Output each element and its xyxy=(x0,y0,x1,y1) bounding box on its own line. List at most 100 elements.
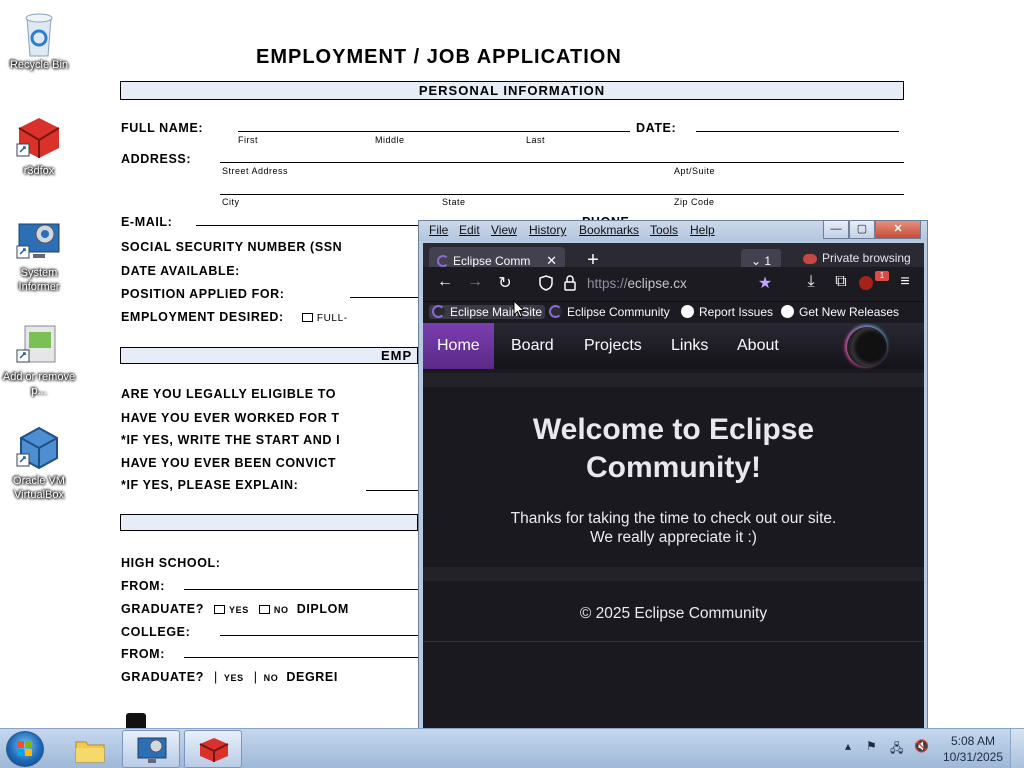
document-icon-partial xyxy=(126,713,146,728)
menu-help[interactable]: Help xyxy=(690,223,715,237)
thanks-message: Thanks for taking the time to check out … xyxy=(423,509,924,547)
explain-label: *IF YES, PLEASE EXPLAIN: xyxy=(121,478,299,492)
system-informer-icon xyxy=(15,216,63,264)
date-label: DATE: xyxy=(636,121,677,135)
forward-button[interactable]: → xyxy=(463,273,487,291)
city-line[interactable] xyxy=(220,194,904,195)
private-browsing-indicator: Private browsing xyxy=(803,251,911,265)
taskbar-file-explorer[interactable] xyxy=(60,730,118,768)
full-name-line[interactable] xyxy=(238,131,630,132)
eclipse-favicon-icon xyxy=(549,305,562,318)
shield-icon[interactable] xyxy=(539,275,553,296)
college-graduate-label: GRADUATE? xyxy=(121,670,204,684)
graduate-no-label: NO xyxy=(273,605,289,615)
volume-muted-icon[interactable]: 🔇 xyxy=(914,739,929,753)
hamburger-menu-icon[interactable]: ≡ xyxy=(893,273,917,291)
menu-view[interactable]: View xyxy=(491,223,517,237)
site-navigation: Home Board Projects Links About xyxy=(423,323,924,369)
email-line[interactable] xyxy=(196,225,418,226)
nav-links[interactable]: Links xyxy=(671,323,708,369)
date-line[interactable] xyxy=(696,131,899,132)
desktop-icon-virtualbox[interactable]: Oracle VM VirtualBox xyxy=(1,424,77,502)
full-time-checkbox[interactable] xyxy=(301,313,313,323)
menu-edit[interactable]: Edit xyxy=(459,223,480,237)
eligible-question: ARE YOU LEGALLY ELIGIBLE TO xyxy=(121,387,337,401)
graduate-yes-label: YES xyxy=(229,605,249,615)
menu-history[interactable]: History xyxy=(529,223,566,237)
footer-divider xyxy=(423,641,924,642)
bookmark-star-icon[interactable]: ★ xyxy=(753,273,777,293)
virtualbox-label: Oracle VM VirtualBox xyxy=(13,475,65,501)
page-content: Home Board Projects Links About Welcome … xyxy=(423,323,924,729)
desktop-icon-system-informer[interactable]: System Informer xyxy=(1,216,77,294)
welcome-line-2: Community! xyxy=(586,451,761,484)
nav-projects[interactable]: Projects xyxy=(584,323,642,369)
taskbar-r3dfox[interactable] xyxy=(184,730,242,768)
personal-information-band: PERSONAL INFORMATION xyxy=(120,81,904,100)
private-mask-icon xyxy=(803,253,817,264)
add-remove-programs-icon xyxy=(15,320,63,368)
from-line[interactable] xyxy=(184,589,418,590)
employment-heading: EMP xyxy=(381,348,413,363)
browser-window[interactable]: File Edit View History Bookmarks Tools H… xyxy=(418,220,928,729)
recycle-bin-icon xyxy=(15,8,63,57)
system-informer-icon xyxy=(137,737,167,763)
nav-home[interactable]: Home xyxy=(423,323,494,369)
url-bar[interactable]: https://eclipse.cx xyxy=(539,271,779,297)
college-graduate-row: GRADUATE? | YES | NO DEGREI xyxy=(121,670,338,684)
show-desktop-button[interactable] xyxy=(1010,729,1024,768)
bookmark-report-issues[interactable]: Report Issues xyxy=(681,305,773,319)
action-center-icon[interactable]: ⚑ xyxy=(866,739,877,753)
nav-board[interactable]: Board xyxy=(511,323,554,369)
ssn-label: SOCIAL SECURITY NUMBER (SSN xyxy=(121,240,343,254)
employment-desired-text: EMPLOYMENT DESIRED: xyxy=(121,310,284,324)
menu-file[interactable]: File xyxy=(429,223,448,237)
college-from-line[interactable] xyxy=(184,657,418,658)
date-available-label: DATE AVAILABLE: xyxy=(121,264,240,278)
back-button[interactable]: ← xyxy=(433,273,457,291)
reload-button[interactable]: ↻ xyxy=(493,273,517,293)
lock-icon[interactable] xyxy=(563,275,577,296)
bookmark-label: Report Issues xyxy=(699,305,774,319)
r3dfox-icon xyxy=(199,738,229,762)
url-text[interactable]: https://eclipse.cx xyxy=(587,276,687,291)
tab-title: Eclipse Comm xyxy=(453,254,531,268)
bookmark-eclipse-main-site[interactable]: Eclipse Main Site xyxy=(429,305,546,319)
bookmark-get-new-releases[interactable]: Get New Releases xyxy=(781,305,899,319)
desktop-icon-r3dfox[interactable]: r3dfox xyxy=(1,114,77,178)
city-sublabel: City xyxy=(222,197,240,207)
college-yes-label: YES xyxy=(223,673,244,683)
position-line[interactable] xyxy=(350,297,418,298)
windows-logo-icon xyxy=(17,741,32,756)
navigation-toolbar: ← → ↻ https://eclipse.cx ★ ⤓ ⧉ 1 ≡ xyxy=(423,267,924,301)
show-hidden-icons[interactable]: ▴ xyxy=(845,739,851,753)
virtualbox-icon xyxy=(15,424,63,472)
bookmark-eclipse-community[interactable]: Eclipse Community xyxy=(549,305,670,319)
degree-label: DEGREI xyxy=(286,670,338,684)
github-icon xyxy=(681,305,694,318)
minimize-button[interactable]: — xyxy=(823,221,849,239)
explain-line[interactable] xyxy=(366,490,418,491)
ublock-origin-icon[interactable] xyxy=(859,276,873,290)
start-button[interactable] xyxy=(6,731,44,767)
nav-about[interactable]: About xyxy=(737,323,779,369)
downloads-icon[interactable]: ⤓ xyxy=(799,273,823,291)
taskbar-system-informer[interactable] xyxy=(122,730,180,768)
graduate-yes-checkbox[interactable] xyxy=(214,605,226,615)
desktop-icon-add-remove-programs[interactable]: Add or remove p... xyxy=(1,320,77,398)
footer-copyright: © 2025 Eclipse Community xyxy=(579,605,768,622)
desktop-icon-recycle-bin[interactable]: Recycle Bin xyxy=(1,8,77,72)
extensions-icon[interactable]: ⧉ xyxy=(829,273,853,291)
graduate-no-checkbox[interactable] xyxy=(258,605,270,615)
bookmark-label: Eclipse Main Site xyxy=(450,305,543,319)
street-address-line[interactable] xyxy=(220,162,904,163)
college-line[interactable] xyxy=(220,635,418,636)
menu-bookmarks[interactable]: Bookmarks xyxy=(579,223,639,237)
personal-information-heading: PERSONAL INFORMATION xyxy=(418,83,606,98)
maximize-button[interactable]: ▢ xyxy=(849,221,875,239)
network-icon[interactable]: 🖧 xyxy=(890,739,903,760)
close-button[interactable]: ✕ xyxy=(875,221,921,239)
menu-tools[interactable]: Tools xyxy=(650,223,678,237)
system-clock[interactable]: 5:08 AM 10/31/2025 xyxy=(940,733,1006,765)
clock-time: 5:08 AM xyxy=(950,734,996,748)
